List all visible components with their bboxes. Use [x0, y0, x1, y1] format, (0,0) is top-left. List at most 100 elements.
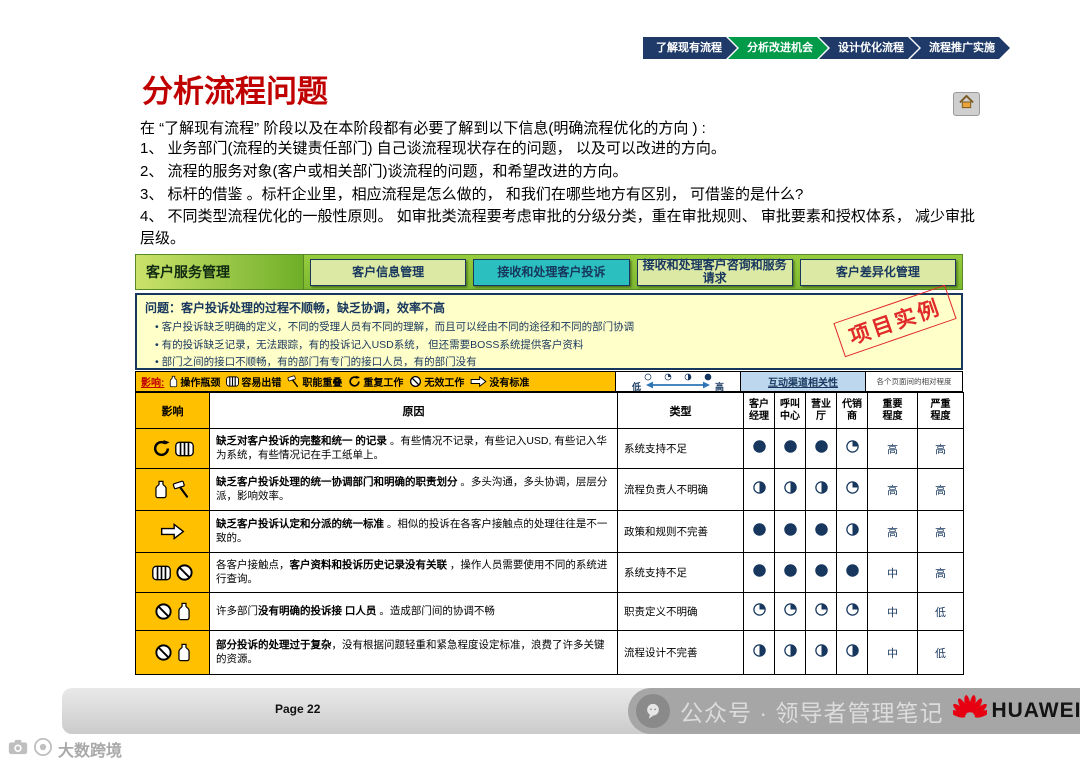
rework-icon: [152, 439, 171, 458]
nav-step-4[interactable]: 流程推广实施: [910, 37, 1010, 59]
impact-icons-cell: [135, 468, 210, 511]
reason-cell: 部分投诉的处理过于复杂，没有根据问题轻重和紧急程度设定标准，浪费了许多关键的资源…: [209, 630, 618, 675]
type-cell: 系统支持不足: [617, 552, 744, 593]
reason-segment: 许多部门: [216, 604, 258, 617]
relevance-cell-4-half: [836, 510, 868, 553]
severity-cell: 低: [917, 592, 964, 631]
legend-item-5: 无效工作: [409, 374, 464, 389]
table-header-row: 影响 原因 类型 客户 经理 呼叫 中心 营业厅代销商重要 程度 严重 程度: [135, 392, 964, 429]
page-title: 分析流程问题: [142, 74, 328, 109]
legend-item-1: 操作瓶颈: [169, 374, 220, 389]
intro-text: 在 “了解现有流程” 阶段以及在本阶段都有必要了解到以下信息(明确流程优化的方向…: [140, 120, 706, 137]
legend-label: 职能重叠: [302, 378, 343, 389]
table-row-1: 缺乏对客户投诉的完整和统一 的记录 。有些情况不记录，有些记入USD, 有些记入…: [135, 428, 964, 469]
bottleneck-icon: [177, 602, 191, 621]
relevance-cell-2-quarter: [774, 592, 806, 631]
reason-segment: 没有明确的投诉接 口人员: [258, 604, 380, 617]
reason-segment: 各客户接触点，: [216, 558, 290, 571]
relevance-cell-3-full: [805, 428, 837, 469]
impact-icons-cell: [135, 630, 210, 675]
watermark-text: 大数跨境: [58, 743, 123, 760]
severity-cell: 低: [917, 630, 964, 675]
home-button[interactable]: [953, 92, 980, 116]
legend-item-3: 职能重叠: [287, 374, 342, 389]
type-header: 类型: [617, 392, 744, 429]
intro-point-1: 1、 业务部门(流程的关键责任部门) 自己谈流程现状存在的问题， 以及可以改进的…: [140, 140, 726, 157]
importance-header: 重要 程度: [867, 392, 918, 429]
impact-icons-cell: [135, 428, 210, 469]
importance-cell: 中: [867, 552, 918, 593]
relevance-cell-3-full: [805, 552, 837, 593]
process-item-1[interactable]: 客户信息管理: [310, 258, 467, 286]
type-cell: 流程设计不完善: [617, 630, 744, 675]
error-icon: [151, 565, 171, 581]
impact-icons-cell: [135, 592, 210, 631]
reason-header: 原因: [209, 392, 618, 429]
relevance-cell-4-half: [836, 630, 868, 675]
problem-bullet-2: 有的投诉缺乏记录，无法跟踪，有的投诉记入USD系统， 但还需要BOSS系统提供客…: [155, 337, 953, 352]
channel-header-4: 代销商: [836, 392, 868, 429]
relevance-cell-2-full: [774, 552, 806, 593]
relevance-cell-2-half: [774, 630, 806, 675]
table-row-5: 许多部门没有明确的投诉接 口人员 。造成部门间的协调不畅 职责定义不明确中低: [135, 592, 964, 631]
reason-cell: 各客户接触点，客户资料和投诉历史记录没有关联 ，操作人员需要使用不同的系统进行查…: [209, 552, 618, 593]
wechat-account-name: 公众号 · 领导者管理笔记: [680, 700, 944, 726]
impact-header: 影响: [135, 392, 210, 429]
legend-item-2: 容易出错: [226, 374, 281, 389]
reason-cell: 许多部门没有明确的投诉接 口人员 。造成部门间的协调不畅: [209, 592, 618, 631]
severity-header: 严重 程度: [917, 392, 964, 429]
type-cell: 职责定义不明确: [617, 592, 744, 631]
bottleneck-icon: [154, 480, 168, 499]
relevance-cell-3-half: [805, 630, 837, 675]
relevance-scale: 低 高: [615, 371, 741, 392]
relevance-cell-2-half: [774, 468, 806, 511]
channel-header-3: 营业厅: [805, 392, 837, 429]
error-icon: [226, 376, 240, 387]
process-item-4[interactable]: 客户差异化管理: [799, 258, 956, 286]
legend-label: 无效工作: [424, 378, 465, 389]
scale-balls: [644, 372, 712, 381]
relevance-cell-1-half: [743, 630, 775, 675]
nav-step-2[interactable]: 分析改进机会: [728, 37, 828, 59]
huawei-wordmark: HUAWEI: [991, 699, 1080, 722]
scale-arrow-row: 低 高: [631, 381, 724, 392]
impact-icons-cell: [135, 552, 210, 593]
severity-cell: 高: [917, 428, 964, 469]
impact-legend: 影响: 操作瓶颈 容易出错 职能重叠 重复工作 无效工作 没有标准: [135, 371, 616, 392]
reason-segment: 缺乏客户投诉认定和分派的统一标准: [216, 517, 387, 530]
intro-point-3: 3、 标杆的借鉴 。标杆企业里，相应流程是怎么做的， 和我们在哪些地方有区别， …: [140, 185, 804, 203]
reason-segment: 缺乏对客户投诉的完整和统一 的记录: [216, 434, 390, 447]
nav-step-1[interactable]: 了解现有流程: [643, 37, 737, 59]
process-item-3[interactable]: 接收和处理客户咨询和服务请求: [636, 258, 793, 286]
legend-label: 容易出错: [241, 378, 282, 389]
home-icon: [959, 94, 974, 114]
importance-cell: 高: [867, 510, 918, 553]
impact-icons-cell: [135, 510, 210, 553]
importance-cell: 中: [867, 592, 918, 631]
severity-cell: 高: [917, 510, 964, 553]
reason-cell: 缺乏客户投诉处理的统一协调部门和明确的职责划分 。多头沟通，多头协调，层层分派，…: [209, 468, 618, 511]
importance-cell: 高: [867, 428, 918, 469]
problem-table: 影响 原因 类型 客户 经理 呼叫 中心 营业厅代销商重要 程度 严重 程度 缺乏对客户投诉的完整和统…: [135, 392, 964, 675]
problem-bullet-1: 客户投诉缺乏明确的定义，不同的受理人员有不同的理解，而且可以经由不同的途径和不同…: [155, 319, 953, 334]
relevance-cell-4-quarter: [836, 592, 868, 631]
legend-items: 操作瓶颈 容易出错 职能重叠 重复工作 无效工作 没有标准: [169, 374, 529, 389]
reason-segment: 。造成部门间的协调不畅: [379, 604, 495, 617]
relevance-cell-4-full: [836, 552, 868, 593]
watermark-badge-icon: [34, 737, 52, 761]
scale-low-label: 低: [631, 381, 641, 392]
slide: 了解现有流程 分析改进机会 设计优化流程 流程推广实施 分析流程问题 在 “了解现有流…: [0, 0, 1080, 763]
overlap-icon: [287, 375, 300, 388]
process-item-2[interactable]: 接收和处理客户投诉: [473, 258, 630, 286]
nav-step-3[interactable]: 设计优化流程: [819, 37, 919, 59]
intro-point-4: 4、 不同类型流程优化的一般性原则。 如审批类流程要考虑审批的分级分类，重在审批…: [140, 208, 976, 247]
scale-note: 各个页面间的相对程度: [865, 371, 963, 392]
table-row-4: 各客户接触点，客户资料和投诉历史记录没有关联 ，操作人员需要使用不同的系统进行查…: [135, 552, 964, 593]
relevance-cell-2-full: [774, 510, 806, 553]
process-category: 客户服务管理: [136, 255, 304, 289]
relevance-cell-3-full: [805, 510, 837, 553]
reason-cell: 缺乏对客户投诉的完整和统一 的记录 。有些情况不记录，有些记入USD, 有些记入…: [209, 428, 618, 469]
wechat-avatar-icon: [636, 694, 670, 728]
relevance-cell-1-full: [743, 428, 775, 469]
importance-cell: 高: [867, 468, 918, 511]
